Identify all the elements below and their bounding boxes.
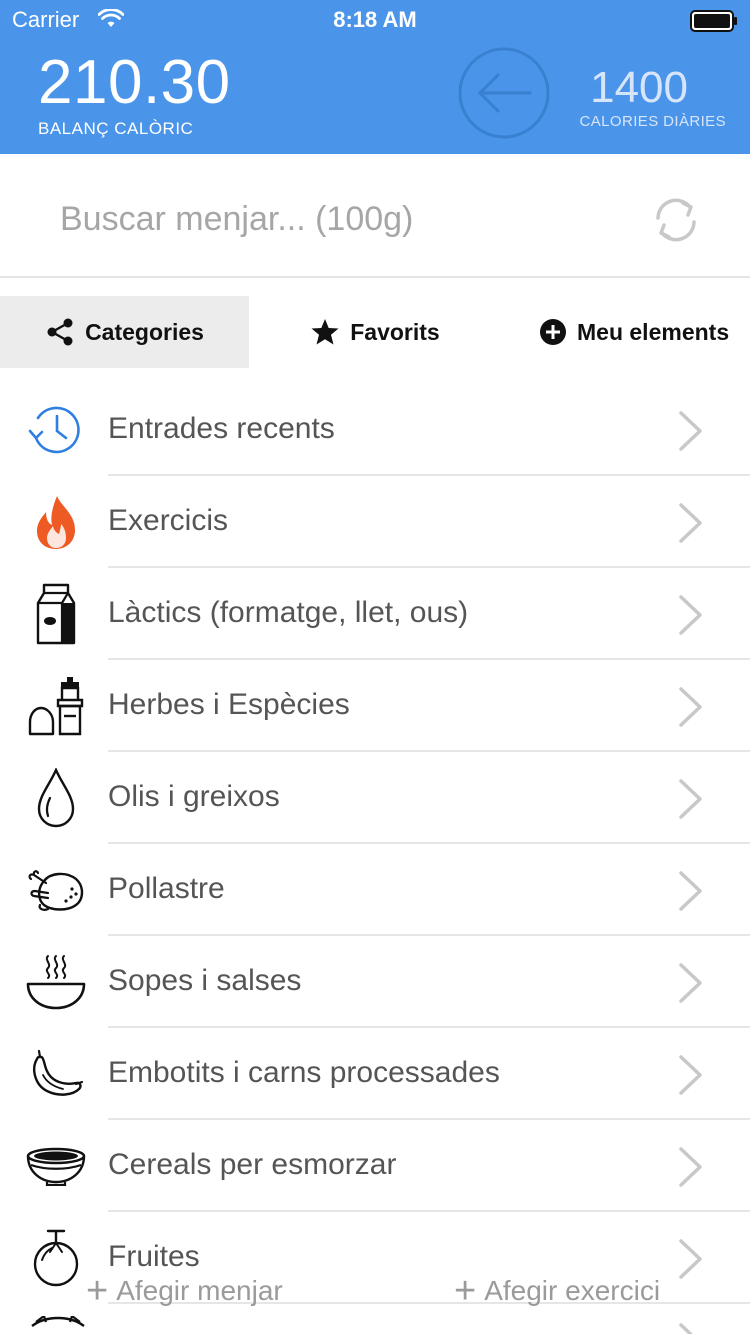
chevron-right-icon (679, 687, 702, 727)
plus-icon: + (454, 1270, 477, 1312)
daily-calories-label: CALORIES DIÀRIES (579, 113, 726, 130)
history-clock-icon (28, 406, 80, 454)
sausage-icon (33, 1049, 84, 1096)
tab-categories[interactable]: Categories (0, 296, 249, 368)
tab-my-elements-label: Meu elements (577, 318, 730, 345)
list-item[interactable]: Cereals per esmorzar (0, 1120, 750, 1212)
add-food-label: Afegir menjar (116, 1275, 283, 1306)
plus-icon: + (86, 1270, 109, 1312)
oil-drop-icon (37, 768, 75, 828)
chevron-right-icon (679, 411, 702, 451)
salt-pepper-icon (28, 677, 84, 736)
chevron-right-icon (679, 963, 702, 1003)
add-food-button[interactable]: + Afegir menjar (86, 1272, 283, 1310)
bottom-actions: + Afegir menjar + Afegir exercici (0, 1266, 750, 1316)
list-item-label: Exercicis (108, 504, 229, 537)
clock: 8:18 AM (333, 7, 417, 32)
list-item[interactable]: Exercicis (0, 476, 750, 568)
list-item-label: Herbes i Espècies (108, 688, 350, 721)
chevron-right-icon (679, 871, 702, 911)
add-exercise-button[interactable]: + Afegir exercici (454, 1272, 660, 1310)
status-bar: Carrier 8:18 AM (0, 0, 750, 40)
roast-chicken-icon (28, 870, 84, 911)
list-item-label: Sopes i salses (108, 964, 302, 997)
tab-favorits-label: Favorits (350, 318, 440, 345)
list-item[interactable]: Pollastre (0, 844, 750, 936)
list-item[interactable]: Herbes i Espècies (0, 660, 750, 752)
header-bar: Carrier 8:18 AM 210.30 BALANÇ CALÒRIC 14… (0, 0, 750, 154)
calorie-balance-label: BALANÇ CALÒRIC (38, 119, 194, 138)
add-exercise-label: Afegir exercici (484, 1275, 661, 1306)
milk-carton-icon (36, 583, 76, 645)
cereal-bowl-icon (26, 1147, 86, 1186)
list-item-label: Pollastre (108, 872, 225, 905)
flame-icon (37, 496, 75, 549)
list-item[interactable]: Olis i greixos (0, 752, 750, 844)
tab-categories-label: Categories (85, 318, 204, 345)
list-item[interactable]: Embotits i carns processades (0, 1028, 750, 1120)
chevron-right-icon (679, 779, 702, 819)
star-icon (311, 319, 339, 345)
plus-circle-icon (540, 319, 566, 345)
soup-bowl-icon (26, 955, 86, 1010)
pig-icon (31, 1316, 85, 1327)
chevron-right-icon (679, 595, 702, 635)
category-tabs: Categories Favorits Meu elements (0, 296, 750, 368)
tab-my-elements[interactable]: Meu elements (501, 296, 750, 368)
list-item[interactable]: Sopes i salses (0, 936, 750, 1028)
share-icon (47, 318, 73, 346)
chevron-right-icon (679, 1055, 702, 1095)
daily-calories-value: 1400 (590, 63, 688, 112)
battery-icon (690, 10, 737, 32)
list-item-label: Olis i greixos (108, 780, 280, 813)
refresh-icon[interactable] (650, 194, 702, 246)
calorie-balance-value: 210.30 (38, 48, 231, 117)
chevron-right-icon (679, 1147, 702, 1187)
list-item-label: Làctics (formatge, llet, ous) (108, 596, 469, 629)
back-arrow-icon[interactable] (458, 47, 550, 139)
list-item-label: Embotits i carns processades (108, 1056, 500, 1089)
search-bar (0, 154, 750, 278)
list-item-label: Entrades recents (108, 412, 335, 445)
tab-favorits[interactable]: Favorits (249, 296, 501, 368)
chevron-right-icon (679, 503, 702, 543)
list-item[interactable]: Làctics (formatge, llet, ous) (0, 568, 750, 660)
search-input[interactable] (60, 194, 620, 244)
chevron-right-icon (679, 1323, 694, 1334)
list-item[interactable]: Entrades recents (0, 384, 750, 476)
list-item-label: Cereals per esmorzar (108, 1148, 397, 1181)
